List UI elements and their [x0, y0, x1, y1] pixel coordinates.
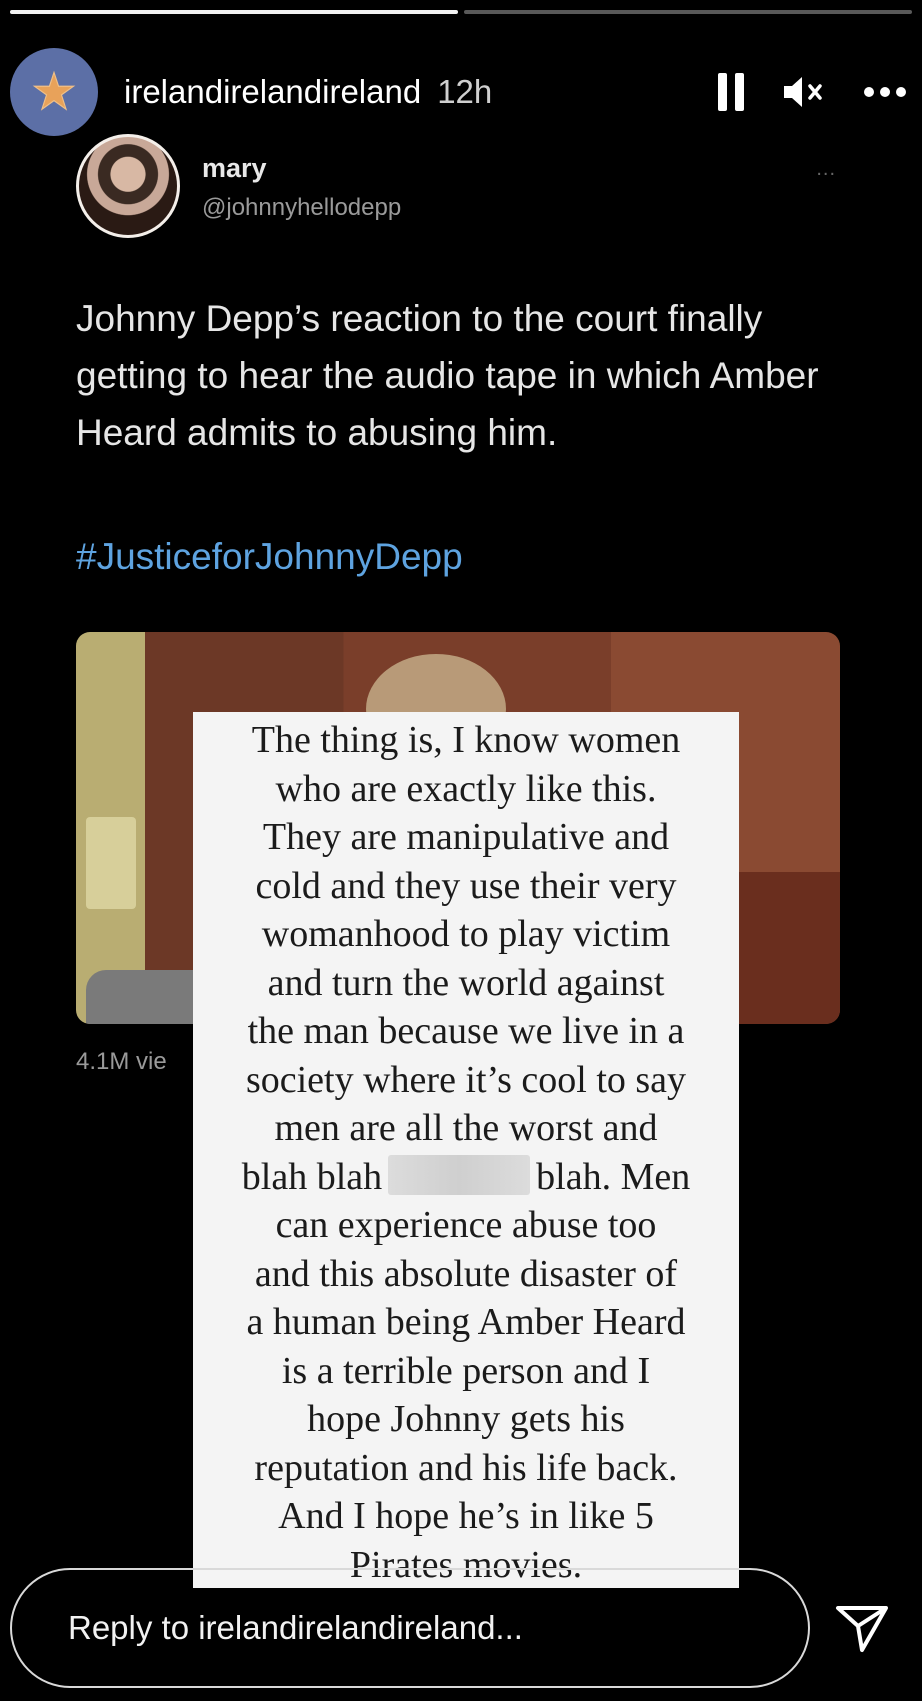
pause-icon[interactable] [718, 73, 744, 111]
overlay-line: And I hope he’s in like 5 [278, 1495, 654, 1537]
overlay-line: can experience abuse too [275, 1204, 657, 1246]
overlay-line: the man because we live in a [247, 1010, 685, 1052]
story-text-overlay: The thing is, I know women who are exact… [193, 712, 739, 1588]
overlay-line: and turn the world against [267, 961, 665, 1004]
overlay-line: blah blah blah. Men [193, 1153, 739, 1202]
overlay-text-fragment: blah blah [241, 1155, 383, 1198]
overlay-line: society where it’s cool to say [245, 1058, 687, 1101]
overlay-text-fragment: blah. Men [536, 1155, 691, 1198]
story-progress [10, 10, 912, 14]
reply-input[interactable]: Reply to irelandirelandireland... [10, 1568, 810, 1688]
send-icon[interactable] [832, 1600, 892, 1656]
overlay-line: womanhood to play victim [261, 913, 671, 955]
reply-placeholder: Reply to irelandirelandireland... [68, 1609, 523, 1646]
overlay-line: hope Johnny gets his [307, 1398, 625, 1440]
progress-segment [10, 10, 458, 14]
tweet-author-name: mary [202, 153, 267, 183]
tweet-author-avatar [76, 134, 180, 238]
blurred-redaction [388, 1154, 531, 1195]
tweet-more-icon: ... [816, 158, 836, 180]
overlay-line: They are manipulative and [262, 816, 670, 858]
starfish-icon [32, 70, 76, 111]
more-icon[interactable] [864, 87, 906, 97]
overlay-line: The thing is, I know women [251, 719, 681, 761]
tweet-text: Johnny Depp’s reaction to the court fina… [76, 298, 819, 453]
overlay-line: men are all the worst and [274, 1107, 658, 1149]
progress-segment [464, 10, 912, 14]
overlay-line: cold and they use their very [255, 864, 677, 907]
mute-icon[interactable] [782, 73, 826, 111]
account-avatar[interactable] [10, 48, 98, 136]
tweet-hashtag: #JusticeforJohnnyDepp [76, 536, 463, 577]
overlay-line: and this absolute disaster of [254, 1252, 678, 1295]
tweet-author-handle: @johnnyhellodepp [202, 194, 402, 221]
story-header: irelandirelandireland 12h [10, 48, 906, 136]
overlay-line: a human being Amber Heard [246, 1301, 686, 1343]
post-time: 12h [437, 73, 493, 110]
account-username[interactable]: irelandirelandireland [124, 73, 421, 111]
video-view-count: 4.1M vie [76, 1048, 167, 1075]
overlay-line: who are exactly like this. [275, 767, 657, 810]
overlay-line: reputation and his life back. [254, 1446, 678, 1489]
overlay-line: is a terrible person and I [281, 1349, 651, 1392]
